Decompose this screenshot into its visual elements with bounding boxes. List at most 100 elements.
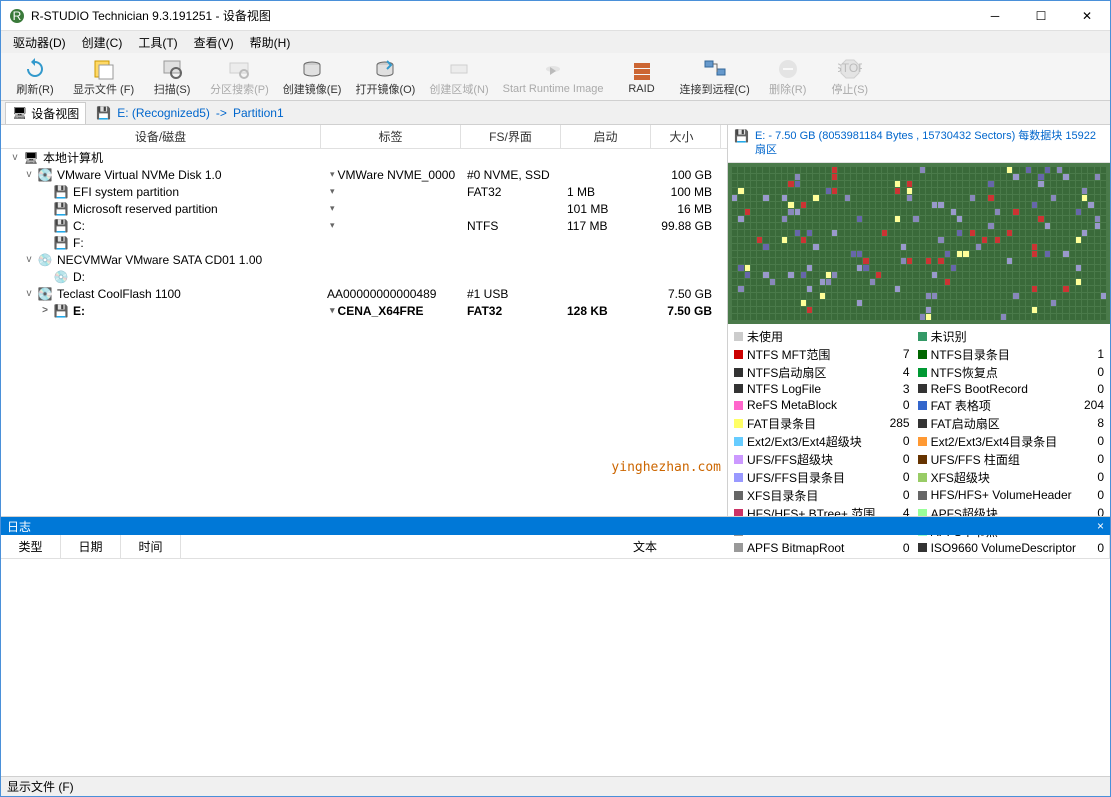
breadcrumb[interactable]: 💾 E: (Recognized5) -> Partition1 [96, 106, 283, 120]
table-header: 设备/磁盘 标签 FS/界面 启动 大小 [1, 125, 727, 149]
col-label[interactable]: 标签 [321, 125, 461, 148]
remote-button[interactable]: 连接到远程(C) [674, 55, 756, 99]
raid-button[interactable]: RAID [612, 57, 672, 97]
toolbar: 刷新(R)显示文件 (F)扫描(S)分区搜索(P)创建镜像(E)打开镜像(O)创… [1, 53, 1110, 101]
log-col-time[interactable]: 时间 [121, 535, 181, 558]
legend-item: FAT 表格项204 [918, 397, 1104, 414]
menu-item[interactable]: 帮助(H) [242, 32, 299, 53]
menu-item[interactable]: 工具(T) [130, 32, 185, 53]
legend-swatch [918, 455, 927, 464]
legend-swatch [734, 332, 743, 341]
log-col-date[interactable]: 日期 [61, 535, 121, 558]
createregion-button: 创建区域(N) [423, 55, 494, 99]
legend-swatch [918, 419, 927, 428]
expand-icon[interactable]: v [23, 254, 35, 265]
cd-icon: 💿 [37, 253, 53, 267]
table-row[interactable]: 💿D: [1, 268, 727, 285]
col-size[interactable]: 大小 [651, 125, 721, 148]
status-text: 显示文件 (F) [7, 778, 74, 795]
close-button[interactable]: ✕ [1064, 1, 1110, 31]
legend-item: 未使用 [734, 328, 910, 345]
log-title: 日志 [7, 518, 31, 535]
expand-icon[interactable]: v [9, 152, 21, 163]
legend-item: NTFS MFT范围7 [734, 346, 910, 363]
vol-icon: 💾 [53, 219, 69, 233]
menu-item[interactable]: 驱动器(D) [5, 32, 74, 53]
delete-icon [776, 57, 800, 81]
showfiles-button[interactable]: 显示文件 (F) [67, 55, 140, 99]
table-row[interactable]: v💽VMware Virtual NVMe Disk 1.0 ▾VMWare N… [1, 166, 727, 183]
createimg-button[interactable]: 创建镜像(E) [277, 55, 348, 99]
log-close-icon[interactable]: × [1097, 519, 1104, 533]
menu-item[interactable]: 创建(C) [74, 32, 131, 53]
block-map[interactable] [728, 163, 1110, 324]
remote-icon [703, 57, 727, 81]
tabstrip: 🖥 设备视图 💾 E: (Recognized5) -> Partition1 [1, 101, 1110, 125]
legend-item: 未识别 [918, 328, 1104, 345]
table-row[interactable]: 💾C: ▾ NTFS 117 MB 99.88 GB [1, 217, 727, 234]
dropdown-icon[interactable]: ▾ [327, 305, 338, 316]
createregion-icon [447, 57, 471, 81]
svg-text:R: R [13, 9, 22, 23]
drive-icon: 💾 [96, 106, 111, 120]
expand-icon[interactable]: > [39, 305, 51, 316]
stop-button: STOP停止(S) [820, 55, 880, 99]
legend-item: HFS/HFS+ VolumeHeader0 [918, 487, 1104, 504]
dropdown-icon[interactable]: ▾ [327, 186, 338, 197]
table-row[interactable]: 💾Microsoft reserved partition ▾ 101 MB 1… [1, 200, 727, 217]
dropdown-icon[interactable]: ▾ [327, 169, 338, 180]
table-row[interactable]: v🖥本地计算机 [1, 149, 727, 166]
legend-swatch [734, 437, 743, 446]
col-device[interactable]: 设备/磁盘 [1, 125, 321, 148]
legend-swatch [734, 473, 743, 482]
legend-swatch [734, 368, 743, 377]
svg-text:STOP: STOP [838, 61, 862, 75]
legend-item: NTFS目录条目1 [918, 346, 1104, 363]
device-view-icon: 🖥 [12, 106, 27, 120]
breadcrumb-sep: -> [216, 106, 227, 120]
maximize-button[interactable]: ☐ [1018, 1, 1064, 31]
showfiles-icon [92, 57, 116, 81]
table-row[interactable]: 💾EFI system partition ▾ FAT32 1 MB 100 M… [1, 183, 727, 200]
legend-swatch [918, 437, 927, 446]
log-panel: 日志 × 类型 日期 时间 文本 [1, 516, 1110, 776]
col-fs[interactable]: FS/界面 [461, 125, 561, 148]
refresh-button[interactable]: 刷新(R) [5, 55, 65, 99]
cd-icon: 💿 [53, 270, 69, 284]
breadcrumb-item: Partition1 [233, 106, 284, 120]
expand-icon[interactable]: v [23, 169, 35, 180]
expand-icon[interactable]: v [23, 288, 35, 299]
legend-item: XFS目录条目0 [734, 487, 910, 504]
menu-item[interactable]: 查看(V) [186, 32, 242, 53]
legend-swatch [734, 455, 743, 464]
dropdown-icon[interactable]: ▾ [327, 220, 338, 231]
createimg-icon [300, 57, 324, 81]
legend-item: FAT启动扇区8 [918, 415, 1104, 432]
refresh-icon [23, 57, 47, 81]
hdd-icon: 💽 [37, 168, 53, 182]
log-col-text[interactable]: 文本 [181, 535, 1110, 558]
col-boot[interactable]: 启动 [561, 125, 651, 148]
legend-item: NTFS恢复点0 [918, 364, 1104, 381]
table-row[interactable]: v💽Teclast CoolFlash 1100 AA0000000000048… [1, 285, 727, 302]
legend-item: XFS超级块0 [918, 469, 1104, 486]
scan-header-text: E: - 7.50 GB (8053981184 Bytes , 1573043… [755, 129, 1104, 158]
table-row[interactable]: 💾F: [1, 234, 727, 251]
legend-swatch [918, 473, 927, 482]
legend-item: NTFS启动扇区4 [734, 364, 910, 381]
legend-swatch [918, 401, 927, 410]
log-col-type[interactable]: 类型 [1, 535, 61, 558]
dropdown-icon[interactable]: ▾ [327, 203, 338, 214]
log-header: 日志 × [1, 517, 1110, 535]
scan-button[interactable]: 扫描(S) [142, 55, 202, 99]
table-row[interactable]: v💿NECVMWar VMware SATA CD01 1.00 [1, 251, 727, 268]
titlebar: R R-STUDIO Technician 9.3.191251 - 设备视图 … [1, 1, 1110, 31]
legend-swatch [734, 401, 743, 410]
table-row[interactable]: >💾E: ▾CENA_X64FRE FAT32 128 KB 7.50 GB [1, 302, 727, 319]
legend-swatch [734, 384, 743, 393]
openimg-button[interactable]: 打开镜像(O) [349, 55, 421, 99]
window-title: R-STUDIO Technician 9.3.191251 - 设备视图 [31, 7, 972, 24]
minimize-button[interactable]: ─ [972, 1, 1018, 31]
legend-swatch [918, 332, 927, 341]
tab-device-view[interactable]: 🖥 设备视图 [5, 102, 86, 124]
